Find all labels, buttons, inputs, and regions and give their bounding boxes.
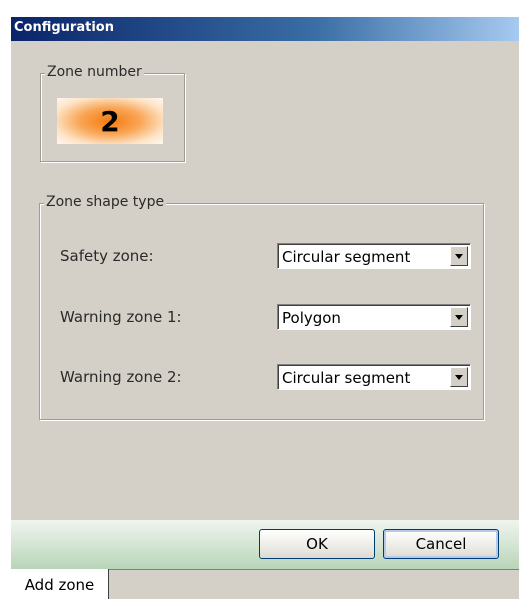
cancel-button[interactable]: Cancel: [383, 529, 499, 559]
warning-zone-2-value: Circular segment: [282, 369, 411, 387]
chevron-down-icon: [455, 253, 463, 259]
safety-zone-label: Safety zone:: [60, 247, 154, 265]
window-title: Configuration: [14, 20, 114, 35]
safety-zone-value: Circular segment: [282, 248, 411, 266]
zone-number-legend: Zone number: [45, 64, 144, 80]
warning-zone-2-select[interactable]: Circular segment: [277, 364, 471, 390]
button-bar: OK Cancel: [11, 520, 519, 569]
configuration-window: Configuration Zone number 2 Zone shape t…: [0, 0, 519, 599]
warning-zone-2-dropdown-button[interactable]: [450, 367, 468, 387]
warning-zone-1-dropdown-button[interactable]: [450, 307, 468, 327]
dialog-body: Zone number 2 Zone shape type Safety zon…: [11, 41, 519, 561]
ok-button[interactable]: OK: [259, 529, 375, 559]
title-bar[interactable]: Configuration: [11, 17, 519, 41]
safety-zone-dropdown-button[interactable]: [450, 246, 468, 266]
tab-add-zone[interactable]: Add zone: [11, 569, 109, 599]
warning-zone-2-label: Warning zone 2:: [60, 368, 182, 386]
ok-button-label: OK: [306, 535, 328, 553]
zone-number-display: 2: [57, 98, 163, 144]
warning-zone-1-label: Warning zone 1:: [60, 308, 182, 326]
tab-strip: Add zone: [11, 569, 519, 599]
warning-zone-1-value: Polygon: [282, 309, 341, 327]
window-top-edge: [0, 0, 519, 17]
safety-zone-select[interactable]: Circular segment: [277, 243, 471, 269]
window-left-edge: [0, 0, 11, 599]
zone-number-value: 2: [100, 104, 120, 138]
zone-shape-group: Zone shape type Safety zone: Circular se…: [39, 194, 484, 420]
cancel-button-label: Cancel: [415, 535, 467, 553]
zone-shape-legend: Zone shape type: [44, 194, 167, 210]
warning-zone-1-select[interactable]: Polygon: [277, 304, 471, 330]
zone-number-group: Zone number 2: [40, 64, 185, 162]
chevron-down-icon: [455, 374, 463, 380]
chevron-down-icon: [455, 314, 463, 320]
